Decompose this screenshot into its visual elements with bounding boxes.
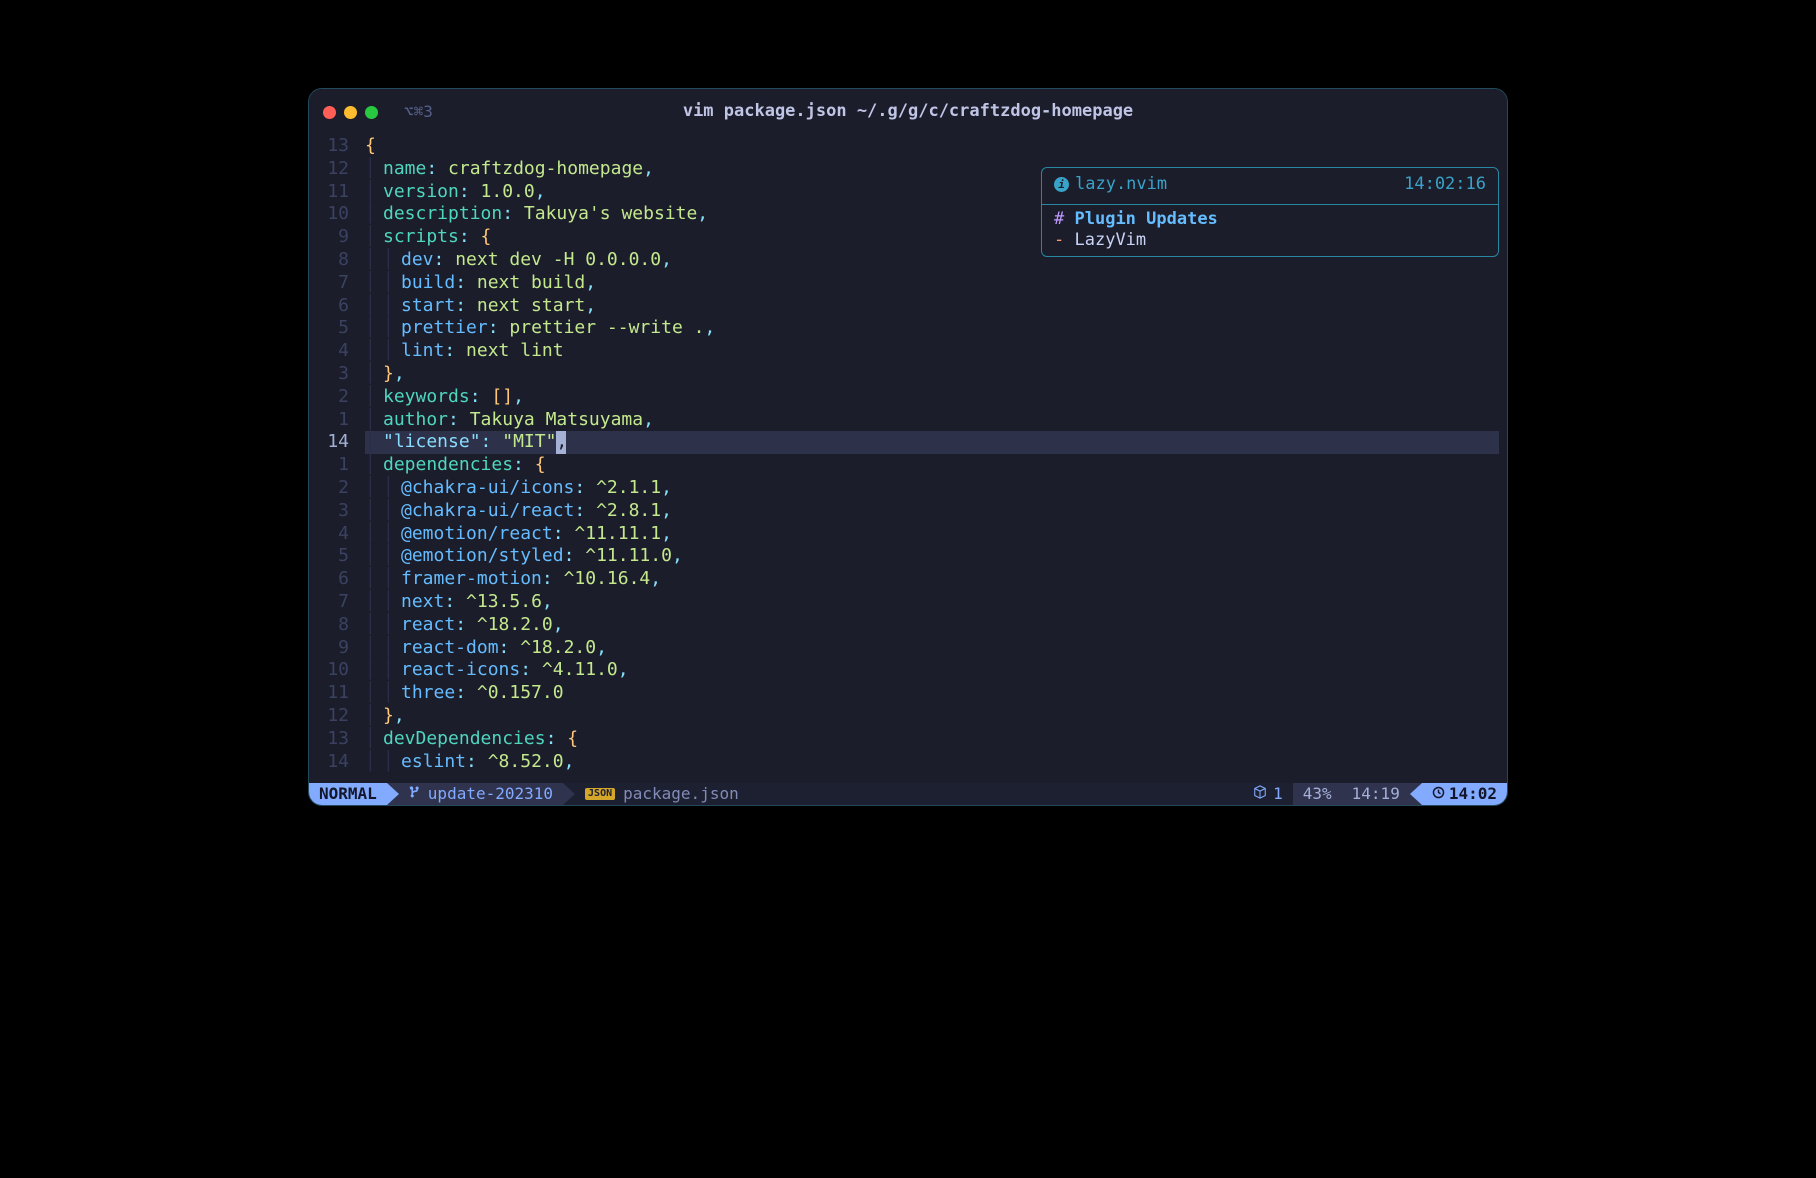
line-number: 7 <box>309 591 349 614</box>
diag-count: 1 <box>1273 784 1283 804</box>
line-number: 1 <box>309 454 349 477</box>
popup-time: 14:02:16 <box>1404 174 1486 196</box>
line-number: 4 <box>309 340 349 363</box>
filename: package.json <box>623 784 739 804</box>
git-branch-name: update-202310 <box>428 784 553 804</box>
popup-divider <box>1042 204 1498 205</box>
git-branch-segment: update-202310 <box>399 783 563 805</box>
code-line[interactable]: ││@chakra-ui/react: ^2.8.1, <box>365 500 1507 523</box>
clock-time: 14:02 <box>1449 784 1497 804</box>
line-number: 2 <box>309 386 349 409</box>
code-line[interactable]: ││react-dom: ^18.2.0, <box>365 637 1507 660</box>
percent-segment: 43% <box>1293 783 1342 805</box>
cursor: , <box>556 431 566 454</box>
line-number: 14 <box>309 431 349 454</box>
git-branch-icon <box>409 784 422 804</box>
code-line[interactable]: │}, <box>365 363 1507 386</box>
minimize-icon[interactable] <box>344 106 357 119</box>
line-number: 11 <box>309 682 349 705</box>
code-line[interactable]: │author: Takuya Matsuyama, <box>365 409 1507 432</box>
titlebar: ⌥⌘3 vim package.json ~/.g/g/c/craftzdog-… <box>309 89 1507 135</box>
popup-item-line: - LazyVim <box>1042 230 1498 252</box>
json-filetype-icon: JSON <box>585 788 615 800</box>
tab-shortcut-label: ⌥⌘3 <box>404 102 433 122</box>
dash-icon: - <box>1054 230 1064 250</box>
fullscreen-icon[interactable] <box>365 106 378 119</box>
editor[interactable]: 13121110987654321141234567891011121314 {… <box>309 135 1507 783</box>
code-line[interactable]: ││react-icons: ^4.11.0, <box>365 659 1507 682</box>
separator-icon <box>1410 783 1422 805</box>
line-number: 10 <box>309 659 349 682</box>
code-line[interactable]: ││framer-motion: ^10.16.4, <box>365 568 1507 591</box>
clock-segment: 14:02 <box>1422 783 1507 805</box>
code-line[interactable]: │devDependencies: { <box>365 728 1507 751</box>
line-number: 9 <box>309 226 349 249</box>
popup-heading: Plugin Updates <box>1075 209 1218 229</box>
line-number: 9 <box>309 637 349 660</box>
traffic-lights <box>323 106 378 119</box>
line-number: 6 <box>309 568 349 591</box>
line-number: 13 <box>309 135 349 158</box>
line-number: 8 <box>309 249 349 272</box>
code-line[interactable]: { <box>365 135 1507 158</box>
code-line[interactable]: ││build: next build, <box>365 272 1507 295</box>
mode-segment: NORMAL <box>309 783 387 805</box>
code-line[interactable]: ││lint: next lint <box>365 340 1507 363</box>
line-number: 6 <box>309 295 349 318</box>
line-number: 3 <box>309 500 349 523</box>
line-gutter: 13121110987654321141234567891011121314 <box>309 135 357 783</box>
code-line[interactable]: ││@chakra-ui/icons: ^2.1.1, <box>365 477 1507 500</box>
statusbar-spacer <box>749 783 1243 805</box>
code-line[interactable]: ││eslint: ^8.52.0, <box>365 751 1507 774</box>
code-line[interactable]: │dependencies: { <box>365 454 1507 477</box>
code-line[interactable]: ││@emotion/react: ^11.11.1, <box>365 523 1507 546</box>
terminal-window: ⌥⌘3 vim package.json ~/.g/g/c/craftzdog-… <box>308 88 1508 806</box>
lazy-popup: i lazy.nvim 14:02:16 # Plugin Updates - … <box>1041 167 1499 257</box>
line-number: 13 <box>309 728 349 751</box>
line-number: 5 <box>309 317 349 340</box>
statusbar: NORMAL update-202310 JSON package.json 1… <box>309 783 1507 805</box>
code-line[interactable]: ││@emotion/styled: ^11.11.0, <box>365 545 1507 568</box>
popup-item: LazyVim <box>1075 230 1147 250</box>
popup-title: lazy.nvim <box>1075 174 1167 196</box>
position-segment: 14:19 <box>1342 783 1410 805</box>
popup-header: i lazy.nvim 14:02:16 <box>1042 172 1498 202</box>
clock-icon <box>1432 784 1445 804</box>
line-number: 3 <box>309 363 349 386</box>
code-line[interactable]: ││start: next start, <box>365 295 1507 318</box>
hash-icon: # <box>1054 209 1064 229</box>
close-icon[interactable] <box>323 106 336 119</box>
line-number: 2 <box>309 477 349 500</box>
separator-icon <box>563 783 575 805</box>
code-line[interactable]: ││three: ^0.157.0 <box>365 682 1507 705</box>
separator-icon <box>387 783 399 805</box>
popup-heading-line: # Plugin Updates <box>1042 209 1498 231</box>
line-number: 1 <box>309 409 349 432</box>
code-line[interactable]: │"license": "MIT", <box>365 431 1499 454</box>
info-icon: i <box>1054 177 1069 192</box>
code-line[interactable]: ││react: ^18.2.0, <box>365 614 1507 637</box>
line-number: 4 <box>309 523 349 546</box>
line-number: 7 <box>309 272 349 295</box>
line-number: 10 <box>309 203 349 226</box>
line-number: 5 <box>309 545 349 568</box>
cube-icon <box>1253 784 1267 804</box>
line-number: 8 <box>309 614 349 637</box>
diagnostics-segment: 1 <box>1243 783 1293 805</box>
code-line[interactable]: ││prettier: prettier --write ., <box>365 317 1507 340</box>
line-number: 11 <box>309 181 349 204</box>
line-number: 12 <box>309 158 349 181</box>
window-title: vim package.json ~/.g/g/c/craftzdog-home… <box>683 101 1133 123</box>
line-number: 12 <box>309 705 349 728</box>
code-line[interactable]: │}, <box>365 705 1507 728</box>
code-line[interactable]: ││next: ^13.5.6, <box>365 591 1507 614</box>
file-segment: JSON package.json <box>575 783 749 805</box>
line-number: 14 <box>309 751 349 774</box>
code-line[interactable]: │keywords: [], <box>365 386 1507 409</box>
